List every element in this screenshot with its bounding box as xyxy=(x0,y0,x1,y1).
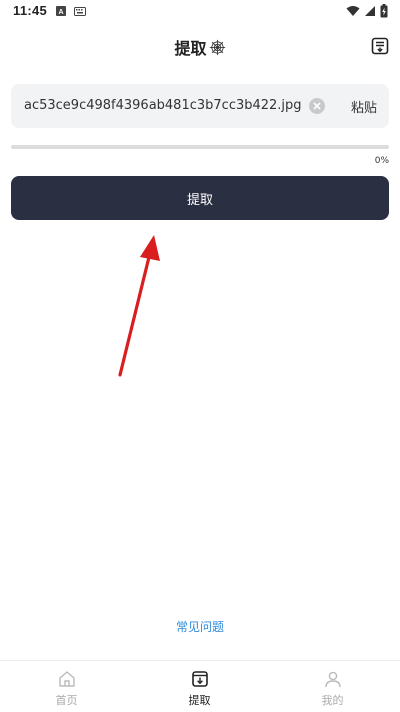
faq-link[interactable]: 常见问题 xyxy=(176,620,224,634)
inbox-download-icon xyxy=(191,671,208,687)
progress-percent: 0% xyxy=(374,156,389,166)
clear-icon xyxy=(309,98,325,114)
page-title-wrap: 提取 xyxy=(0,35,400,59)
paste-button[interactable]: 粘贴 xyxy=(351,97,377,116)
history-button[interactable] xyxy=(371,37,389,55)
url-input-box[interactable]: ac53ce9c498f4396ab481c3b7cc3b422.jpg 粘贴 xyxy=(11,84,389,128)
tab-home-label: 首页 xyxy=(55,694,78,707)
status-time: 11:45 xyxy=(13,3,48,18)
tab-mine-label: 我的 xyxy=(321,694,344,707)
tab-home[interactable]: 首页 xyxy=(0,661,133,712)
wifi-icon xyxy=(346,6,360,16)
extract-button-label: 提取 xyxy=(186,192,213,208)
progress-bar xyxy=(11,145,389,149)
signal-icon xyxy=(365,6,375,16)
keyboard-icon xyxy=(74,6,86,16)
home-icon xyxy=(58,671,75,687)
faq-link-wrap: 常见问题 xyxy=(0,618,400,635)
svg-text:A: A xyxy=(58,9,63,16)
app-header: 提取 xyxy=(0,24,400,70)
page-title: 提取 xyxy=(174,39,207,58)
status-bar: 11:45 A xyxy=(0,0,400,24)
tab-extract[interactable]: 提取 xyxy=(133,661,266,712)
battery-charging-icon xyxy=(380,4,388,18)
bottom-tab-bar: 首页 提取 我的 xyxy=(0,660,400,712)
extract-button[interactable]: 提取 xyxy=(11,176,389,220)
clear-button[interactable] xyxy=(308,97,326,115)
url-input[interactable]: ac53ce9c498f4396ab481c3b7cc3b422.jpg xyxy=(24,98,302,113)
tab-mine[interactable]: 我的 xyxy=(266,661,399,712)
history-list-icon xyxy=(371,37,389,55)
spider-web-icon xyxy=(209,39,225,55)
annotation-arrow-icon xyxy=(118,235,160,377)
a-notification-icon: A xyxy=(56,6,66,16)
user-icon xyxy=(324,671,341,688)
tab-extract-label: 提取 xyxy=(188,694,211,707)
